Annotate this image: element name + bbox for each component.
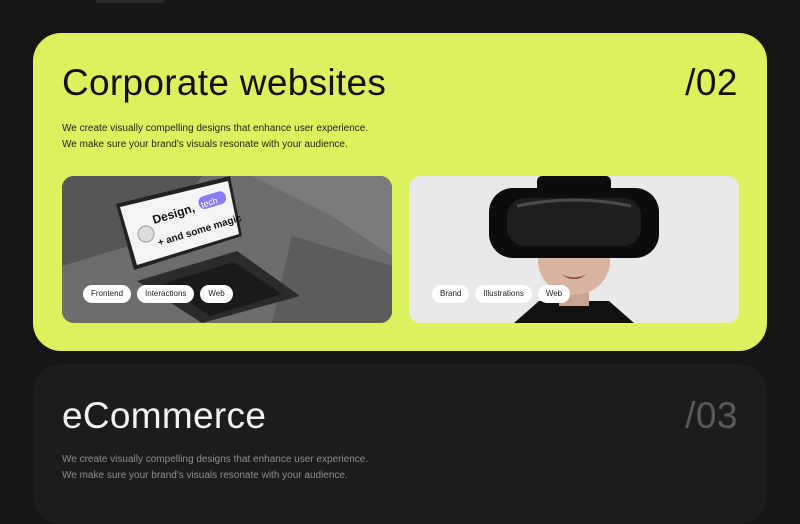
project-thumbnail-laptop[interactable]: Design, tech + and some magic Frontend I… [62, 176, 392, 323]
project-thumbnail-vr[interactable]: Brand Illustrations Web [409, 176, 739, 323]
description-line: We make sure your brand's visuals resona… [62, 139, 348, 150]
tag-brand[interactable]: Brand [432, 285, 470, 303]
card-number: /02 [685, 62, 738, 103]
card-description: We create visually compelling designs th… [62, 121, 368, 153]
card-title: Corporate websites [62, 62, 387, 103]
project-tags: Brand Illustrations Web [432, 285, 571, 303]
card-description: We create visually compelling designs th… [62, 452, 368, 484]
service-card-corporate-websites[interactable]: Corporate websites /02 We create visuall… [33, 33, 767, 351]
description-line: We make sure your brand's visuals resona… [62, 470, 348, 481]
tag-interactions[interactable]: Interactions [137, 285, 195, 303]
project-tags: Frontend Interactions Web [83, 285, 233, 303]
tag-web[interactable]: Web [200, 285, 233, 303]
description-line: We create visually compelling designs th… [62, 454, 369, 465]
service-card-ecommerce[interactable]: eCommerce /03 We create visually compell… [33, 364, 767, 524]
card-title: eCommerce [62, 395, 267, 436]
tag-illustrations[interactable]: Illustrations [475, 285, 532, 303]
tag-frontend[interactable]: Frontend [83, 285, 132, 303]
description-line: We create visually compelling designs th… [62, 123, 369, 134]
card-number: /03 [685, 395, 738, 436]
tag-web[interactable]: Web [537, 285, 571, 303]
top-edge-decoration [95, 0, 165, 3]
